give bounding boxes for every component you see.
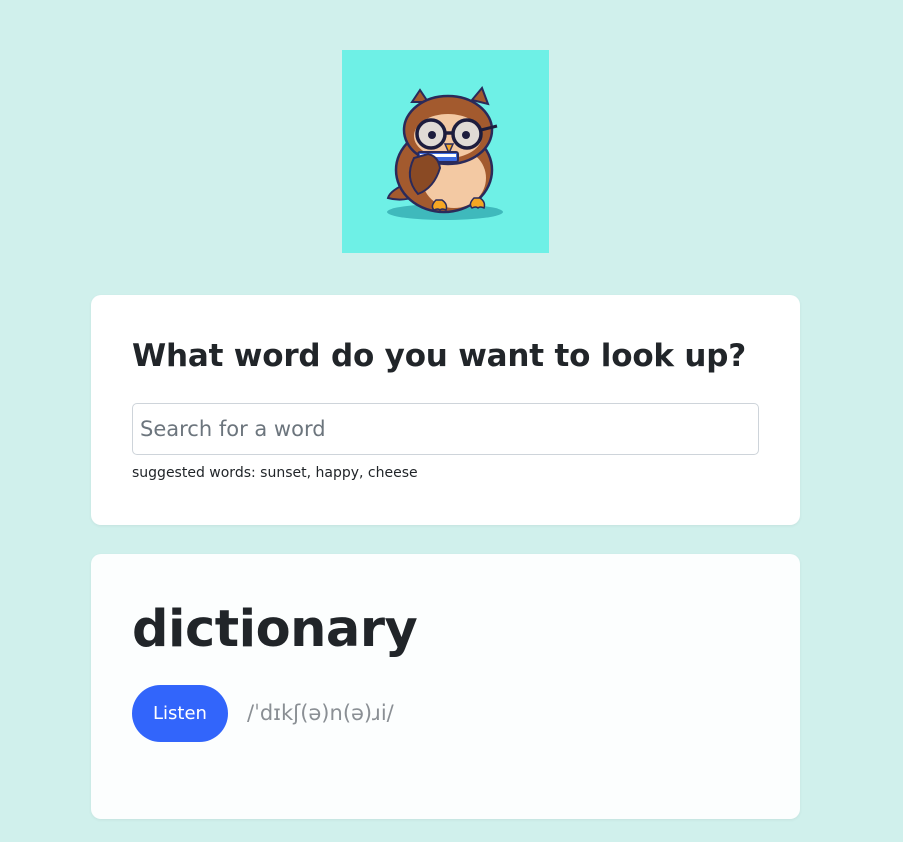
search-card: What word do you want to look up? sugges… [91, 295, 800, 525]
search-title: What word do you want to look up? [132, 338, 747, 374]
phonetic-text: /ˈdɪkʃ(ə)n(ə)ɹi/ [247, 701, 394, 725]
search-input[interactable] [132, 403, 759, 455]
word-title: dictionary [132, 600, 418, 659]
listen-button[interactable]: Listen [132, 685, 228, 742]
suggested-words: suggested words: sunset, happy, cheese [132, 465, 418, 481]
logo [342, 50, 549, 253]
owl-icon [386, 86, 503, 220]
result-card: dictionary Listen /ˈdɪkʃ(ə)n(ə)ɹi/ [91, 554, 800, 819]
